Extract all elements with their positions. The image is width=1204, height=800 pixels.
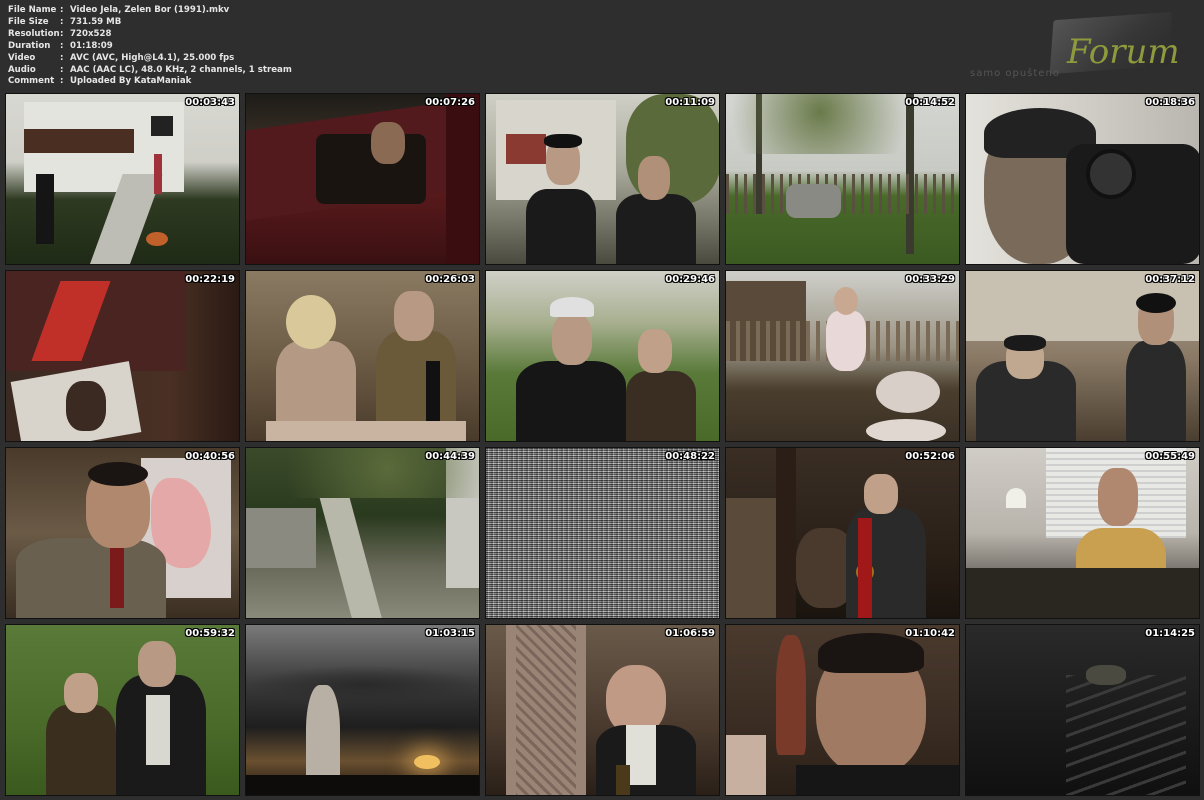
timestamp: 00:44:39 bbox=[425, 451, 475, 462]
info-value: Video Jela, Zelen Bor (1991).mkv bbox=[70, 5, 230, 15]
timestamp: 00:59:32 bbox=[185, 628, 235, 639]
timestamp: 00:29:46 bbox=[665, 274, 715, 285]
thumbnail: 00:37:12 bbox=[965, 270, 1200, 442]
info-value: 720x528 bbox=[70, 28, 112, 39]
thumbnail: 00:48:22 bbox=[485, 447, 720, 619]
thumbnail-grid: 00:03:43 00:07:26 00:11:09 00:14:52 00:1… bbox=[5, 93, 1200, 796]
timestamp: 01:06:59 bbox=[665, 628, 715, 639]
timestamp: 00:37:12 bbox=[1145, 274, 1195, 285]
info-value: AVC (AVC, High@L4.1), 25.000 fps bbox=[70, 52, 235, 63]
thumbnail: 00:07:26 bbox=[245, 93, 480, 265]
thumbnail: 01:06:59 bbox=[485, 624, 720, 796]
thumbnail: 00:55:49 bbox=[965, 447, 1200, 619]
thumbnail: 01:10:42 bbox=[725, 624, 960, 796]
info-key: Comment bbox=[8, 76, 55, 87]
timestamp: 00:55:49 bbox=[1145, 451, 1195, 462]
info-value: 01:18:09 bbox=[70, 40, 113, 51]
thumbnail: 00:11:09 bbox=[485, 93, 720, 265]
timestamp: 00:11:09 bbox=[665, 97, 715, 108]
thumbnail: 00:40:56 bbox=[5, 447, 240, 619]
thumbnail: 01:03:15 bbox=[245, 624, 480, 796]
info-key: Duration bbox=[8, 40, 51, 51]
info-separator: : bbox=[60, 64, 64, 75]
timestamp: 00:52:06 bbox=[905, 451, 955, 462]
info-value: AAC (AAC LC), 48.0 KHz, 2 channels, 1 st… bbox=[70, 64, 292, 75]
thumbnail: 00:59:32 bbox=[5, 624, 240, 796]
info-separator: : bbox=[60, 76, 64, 87]
forum-logo: Forum samo opušteno bbox=[928, 10, 1180, 86]
info-separator: : bbox=[60, 40, 64, 51]
info-value: 731.59 MB bbox=[70, 16, 122, 27]
file-info-row: File Name : Video Jela, Zelen Bor (1991)… bbox=[8, 5, 292, 17]
thumbnail: 00:22:19 bbox=[5, 270, 240, 442]
timestamp: 01:14:25 bbox=[1145, 628, 1195, 639]
info-value: Uploaded By KataManiak bbox=[70, 76, 192, 87]
info-separator: : bbox=[60, 5, 64, 15]
thumbnail: 00:18:36 bbox=[965, 93, 1200, 265]
info-key: Resolution bbox=[8, 28, 60, 39]
info-key: File Size bbox=[8, 16, 49, 27]
logo-tagline: samo opušteno bbox=[970, 68, 1060, 79]
timestamp: 00:40:56 bbox=[185, 451, 235, 462]
file-info-row: Video : AVC (AVC, High@L4.1), 25.000 fps bbox=[8, 53, 292, 65]
file-info-panel: File Name : Video Jela, Zelen Bor (1991)… bbox=[8, 5, 292, 88]
info-key: Video bbox=[8, 52, 36, 63]
logo-forum-text: Forum bbox=[1067, 32, 1180, 72]
info-separator: : bbox=[60, 28, 64, 39]
timestamp: 00:22:19 bbox=[185, 274, 235, 285]
thumbnail: 00:29:46 bbox=[485, 270, 720, 442]
file-info-row: Comment : Uploaded By KataManiak bbox=[8, 76, 292, 88]
timestamp: 00:03:43 bbox=[185, 97, 235, 108]
thumbnail: 01:14:25 bbox=[965, 624, 1200, 796]
file-info-row: Audio : AAC (AAC LC), 48.0 KHz, 2 channe… bbox=[8, 65, 292, 77]
info-separator: : bbox=[60, 52, 64, 63]
file-info-row: Resolution : 720x528 bbox=[8, 29, 292, 41]
timestamp: 00:33:29 bbox=[905, 274, 955, 285]
thumbnail: 00:26:03 bbox=[245, 270, 480, 442]
info-key: Audio bbox=[8, 64, 36, 75]
thumbnail: 00:52:06 bbox=[725, 447, 960, 619]
file-info-row: Duration : 01:18:09 bbox=[8, 41, 292, 53]
timestamp: 00:14:52 bbox=[905, 97, 955, 108]
thumbnail: 00:03:43 bbox=[5, 93, 240, 265]
info-separator: : bbox=[60, 16, 64, 27]
file-info-row: File Size : 731.59 MB bbox=[8, 17, 292, 29]
timestamp: 00:07:26 bbox=[425, 97, 475, 108]
timestamp: 01:03:15 bbox=[425, 628, 475, 639]
thumbnail: 00:44:39 bbox=[245, 447, 480, 619]
timestamp: 00:18:36 bbox=[1145, 97, 1195, 108]
thumbnail: 00:14:52 bbox=[725, 93, 960, 265]
timestamp: 00:26:03 bbox=[425, 274, 475, 285]
timestamp: 00:48:22 bbox=[665, 451, 715, 462]
timestamp: 01:10:42 bbox=[905, 628, 955, 639]
thumbnail: 00:33:29 bbox=[725, 270, 960, 442]
info-key: File Name bbox=[8, 5, 57, 15]
